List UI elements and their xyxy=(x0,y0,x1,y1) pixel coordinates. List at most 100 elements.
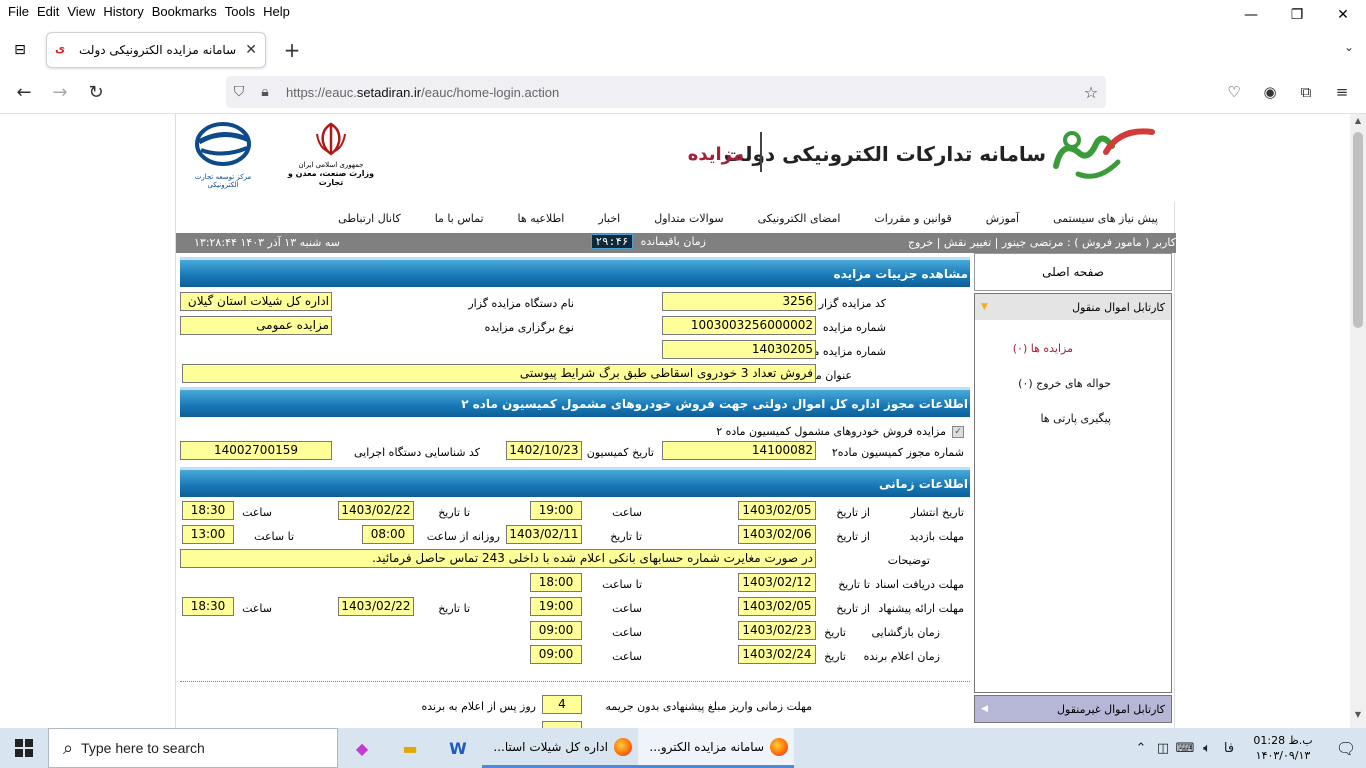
offer-to-field[interactable]: 1403/02/22 xyxy=(338,597,414,616)
menu-edit[interactable]: Edit xyxy=(33,4,63,19)
minimize-icon[interactable]: — xyxy=(1228,0,1274,30)
movable-cartable-header[interactable]: کارتابل اموال منقول ▼ xyxy=(975,294,1171,320)
immovable-cartable-header[interactable]: کارتابل اموال غیرمنقول ◀ xyxy=(974,695,1172,723)
account-icon[interactable]: ◉ xyxy=(1258,80,1282,104)
tab-close-icon[interactable]: ✕ xyxy=(245,42,257,58)
docs-to-field[interactable]: 1403/02/12 xyxy=(738,573,816,592)
scroll-down-icon[interactable]: ▼ xyxy=(1350,710,1366,726)
new-tab-icon[interactable]: + xyxy=(280,38,304,62)
notification-icon[interactable]: 🗨︎ xyxy=(1326,739,1366,758)
number-field[interactable]: 1003003256000002 xyxy=(662,316,816,335)
pocket-icon[interactable]: ♡ xyxy=(1222,80,1246,104)
url-bar[interactable]: ⛉ 🔒︎ https://eauc.setadiran.ir/eauc/home… xyxy=(226,76,1106,108)
copilot-icon[interactable]: ◆ xyxy=(338,728,386,768)
payment-deadline-field[interactable]: 4 xyxy=(542,695,582,714)
sidebar-home[interactable]: صفحه اصلی xyxy=(974,253,1172,291)
winner-label: زمان اعلام برنده xyxy=(863,650,940,663)
input-language[interactable]: فا xyxy=(1218,741,1240,756)
shield-icon[interactable]: ⛉ xyxy=(226,84,252,100)
visit-from-field[interactable]: 1403/02/06 xyxy=(738,525,816,544)
extensions-icon[interactable]: ⧉ xyxy=(1294,80,1318,104)
tray-clock[interactable]: ب.ظ 01:28 ۱۴۰۳/۰۹/۱۳ xyxy=(1246,733,1320,763)
back-icon[interactable]: ← xyxy=(12,80,36,104)
title-field[interactable]: فروش تعداد 3 خودروی اسقاطی طبق برگ شرایط… xyxy=(182,364,816,383)
network-icon[interactable]: ⌨ xyxy=(1174,741,1196,756)
code-label: کد مزایده گزار xyxy=(818,297,886,310)
emblem-line2: وزارت صنعت، معدن و تجارت xyxy=(287,169,375,187)
permit-field[interactable]: 14100082 xyxy=(662,441,816,460)
nav-contact[interactable]: تماس با ما xyxy=(435,212,484,225)
open-date-field[interactable]: 1403/02/23 xyxy=(738,621,816,640)
word-icon[interactable]: W xyxy=(434,728,482,768)
hamburger-menu-icon[interactable]: ≡ xyxy=(1330,80,1354,104)
menu-tools[interactable]: Tools xyxy=(221,4,259,19)
org-field[interactable]: اداره کل شیلات استان گیلان xyxy=(180,292,332,311)
publish-from-time-field[interactable]: 19:00 xyxy=(530,501,582,520)
chevron-down-icon[interactable]: ⌄ xyxy=(1344,40,1354,54)
visit-to-field[interactable]: 1403/02/11 xyxy=(506,525,582,544)
file-explorer-icon[interactable]: ▬ xyxy=(386,728,434,768)
scroll-up-icon[interactable]: ▲ xyxy=(1350,116,1366,132)
taskbar-window-2[interactable]: سامانه مزایده الکترو... xyxy=(638,728,794,768)
windows-start-icon[interactable] xyxy=(0,728,48,768)
menu-history[interactable]: History xyxy=(99,4,147,19)
reload-icon[interactable]: ↻ xyxy=(84,80,108,104)
offer-label: مهلت ارائه پیشنهاد xyxy=(878,602,964,615)
nav-e-signature[interactable]: امضای الکترونیکی xyxy=(758,212,841,225)
volume-icon[interactable]: 🔈︎ xyxy=(1196,741,1218,756)
tab-active[interactable]: ی سامانه مزایده الکترونیکی دولت ✕ xyxy=(46,32,266,68)
visit-daily-to-field[interactable]: 13:00 xyxy=(182,525,234,544)
winner-date-field[interactable]: 1403/02/24 xyxy=(738,645,816,664)
docs-to-label: تا تاریخ xyxy=(838,578,870,591)
next-field-partial[interactable] xyxy=(542,721,582,728)
offer-from-time-field[interactable]: 19:00 xyxy=(530,597,582,616)
ref-field[interactable]: 14030205 xyxy=(662,340,816,359)
menu-file[interactable]: File xyxy=(4,4,33,19)
nav-laws[interactable]: قوانین و مقررات xyxy=(874,212,951,225)
nav-news[interactable]: اخبار xyxy=(598,212,620,225)
nav-prerequisites[interactable]: پیش نیاز های سیستمی xyxy=(1053,212,1158,225)
publish-from-field[interactable]: 1403/02/05 xyxy=(738,501,816,520)
docs-to-time-field[interactable]: 18:00 xyxy=(530,573,582,592)
publish-to-field[interactable]: 1403/02/22 xyxy=(338,501,414,520)
menu-bookmarks[interactable]: Bookmarks xyxy=(148,4,221,19)
publish-to-time-field[interactable]: 18:30 xyxy=(182,501,234,520)
nav-training[interactable]: آموزش xyxy=(986,212,1019,225)
close-window-icon[interactable]: ✕ xyxy=(1320,0,1366,30)
sidebar-item-auctions[interactable]: مزایده ها (۰) xyxy=(975,342,1171,355)
camera-icon[interactable]: ◫ xyxy=(1152,741,1174,756)
movable-title: کارتابل اموال منقول xyxy=(1072,300,1165,314)
desc-field[interactable]: در صورت مغایرت شماره حسابهای بانکی اعلام… xyxy=(180,549,816,568)
menu-help[interactable]: Help xyxy=(259,4,294,19)
sidebar-item-exit-permits[interactable]: حواله های خروج (۰) xyxy=(975,377,1171,390)
offer-from-field[interactable]: 1403/02/05 xyxy=(738,597,816,616)
user-info[interactable]: کاربر ( مامور فروش ) : مرتضی جینور | تغی… xyxy=(908,236,1176,249)
nav-channel[interactable]: کانال ارتباطی xyxy=(338,212,401,225)
nav-announcements[interactable]: اطلاعیه ها xyxy=(518,212,565,225)
winner-time-field[interactable]: 09:00 xyxy=(530,645,582,664)
bookmark-star-icon[interactable]: ☆ xyxy=(1076,83,1106,102)
forward-icon[interactable]: → xyxy=(48,80,72,104)
url-text[interactable]: https://eauc.setadiran.ir/eauc/home-logi… xyxy=(286,85,1076,100)
visit-daily-from-field[interactable]: 08:00 xyxy=(362,525,414,544)
sidebar-item-lot-tracking[interactable]: پیگیری پارتی ها xyxy=(975,412,1171,425)
menu-view[interactable]: View xyxy=(63,4,99,19)
type-field[interactable]: مزایده عمومی xyxy=(180,316,332,335)
nav-faq[interactable]: سوالات متداول xyxy=(654,212,723,225)
scrollbar-thumb[interactable] xyxy=(1353,132,1363,328)
commission-date-field[interactable]: 1402/10/23 xyxy=(506,441,582,460)
tab-list-icon[interactable]: ⊟ xyxy=(6,38,34,62)
taskbar-window-2-title: سامانه مزایده الکترو... xyxy=(649,739,764,754)
exec-code-field[interactable]: 14002700159 xyxy=(180,441,332,460)
chevron-up-icon[interactable]: ⌃ xyxy=(1130,741,1152,756)
lock-icon[interactable]: 🔒︎ xyxy=(252,84,278,100)
commission-checkbox[interactable]: ✓ xyxy=(952,426,964,438)
offer-to-time-field[interactable]: 18:30 xyxy=(182,597,234,616)
date-clock: سه شنبه ۱۳ آذر ۱۴۰۳ ۱۳:۲۸:۴۴ xyxy=(194,236,340,249)
restore-icon[interactable]: ❐ xyxy=(1274,0,1320,30)
code-field[interactable]: 3256 xyxy=(662,292,816,311)
taskbar-window-1[interactable]: اداره کل شیلات استا... xyxy=(482,728,638,768)
taskbar-search[interactable]: ⌕ Type here to search xyxy=(48,728,338,768)
open-time-field[interactable]: 09:00 xyxy=(530,621,582,640)
page-scrollbar[interactable]: ▲ ▼ xyxy=(1350,114,1366,728)
